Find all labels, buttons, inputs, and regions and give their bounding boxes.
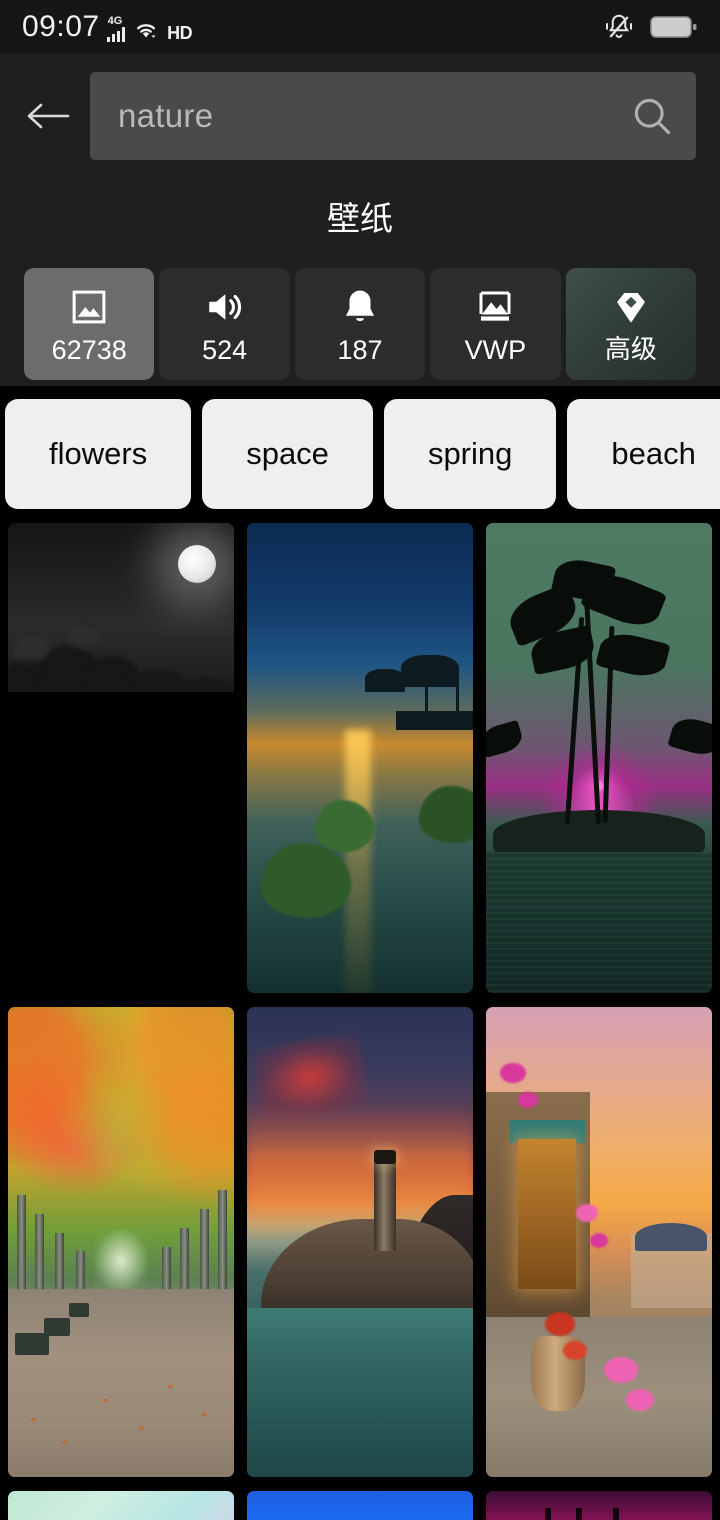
chip-spring-label: spring [427, 436, 513, 471]
page-title: 壁纸 [327, 199, 393, 238]
wallpaper-app-screen: 09:07 4G HD nature 壁纸 62738 524 187 VWP … [0, 0, 720, 1520]
wallpaper-card-w8[interactable] [247, 1491, 473, 1520]
suggestion-chip-row[interactable]: flowers space spring beach [0, 386, 720, 523]
search-icon[interactable] [630, 94, 674, 138]
wallpaper-card-w4[interactable] [8, 1007, 234, 1477]
back-button[interactable] [24, 92, 72, 140]
tab-vwp-label: VWP [464, 334, 527, 365]
wallpaper-thumbnail-w3 [486, 523, 712, 993]
status-bar-left: 09:07 4G HD [22, 10, 193, 43]
wallpaper-card-w7[interactable] [8, 1491, 234, 1520]
wifi-icon [132, 16, 160, 42]
tab-notifications-label: 187 [337, 334, 383, 365]
chip-beach-label: beach [611, 436, 696, 471]
video-wallpaper-icon [474, 285, 516, 329]
wallpaper-thumbnail-w7 [8, 1491, 234, 1520]
chip-space-label: space [246, 436, 329, 471]
signal-bars-icon: 4G [106, 15, 126, 42]
status-bar: 09:07 4G HD [0, 0, 720, 54]
search-input-value[interactable]: nature [118, 97, 620, 135]
tab-vwp[interactable]: VWP [430, 268, 561, 380]
wallpaper-thumbnail-w1 [8, 523, 234, 993]
chip-flowers-label: flowers [49, 436, 148, 471]
silent-bell-icon [604, 12, 634, 42]
search-input[interactable]: nature [90, 72, 696, 160]
wallpaper-thumbnail-w5 [247, 1007, 473, 1477]
wallpaper-grid [0, 523, 720, 1520]
wallpaper-thumbnail-w6 [486, 1007, 712, 1477]
chip-space[interactable]: space [202, 399, 373, 509]
tab-photos-label: 62738 [51, 334, 127, 365]
wallpaper-thumbnail-w2 [247, 523, 473, 993]
wallpaper-grid-column-3 [486, 523, 712, 1520]
image-icon [68, 285, 110, 329]
tab-ringtones-label: 524 [202, 334, 248, 365]
wallpaper-card-w1[interactable] [8, 523, 234, 993]
wallpaper-thumbnail-w4 [8, 1007, 234, 1477]
tab-photos[interactable]: 62738 [24, 268, 155, 380]
diamond-icon [610, 285, 652, 329]
wallpaper-thumbnail-w8 [247, 1491, 473, 1520]
category-tab-bar: 62738 524 187 VWP 高级 [24, 268, 697, 386]
chip-flowers[interactable]: flowers [5, 399, 192, 509]
tab-premium-label: 高级 [604, 334, 657, 365]
wallpaper-card-w6[interactable] [486, 1007, 712, 1477]
search-row: nature [24, 72, 696, 160]
back-arrow-icon [27, 103, 70, 129]
wallpaper-card-w2[interactable] [247, 523, 473, 993]
wallpaper-card-w9[interactable] [486, 1491, 712, 1520]
wallpaper-thumbnail-w9 [486, 1491, 712, 1520]
wallpaper-card-w3[interactable] [486, 523, 712, 993]
app-header: nature 壁纸 62738 524 187 VWP 高级 [0, 54, 720, 386]
wallpaper-grid-column-1 [8, 523, 234, 1520]
tab-ringtones[interactable]: 524 [159, 268, 290, 380]
network-type-label: 4G [107, 15, 123, 27]
hd-icon: HD [167, 23, 193, 43]
tab-notifications[interactable]: 187 [294, 268, 426, 380]
wallpaper-card-w5[interactable] [247, 1007, 473, 1477]
status-time: 09:07 [22, 10, 100, 43]
speaker-icon [204, 285, 246, 329]
wallpaper-grid-column-2 [247, 523, 473, 1520]
status-bar-right [604, 12, 698, 42]
chip-spring[interactable]: spring [383, 399, 557, 509]
chip-beach[interactable]: beach [567, 399, 720, 509]
tab-premium[interactable]: 高级 [565, 268, 697, 380]
battery-icon [650, 14, 698, 40]
bell-icon [339, 285, 381, 329]
